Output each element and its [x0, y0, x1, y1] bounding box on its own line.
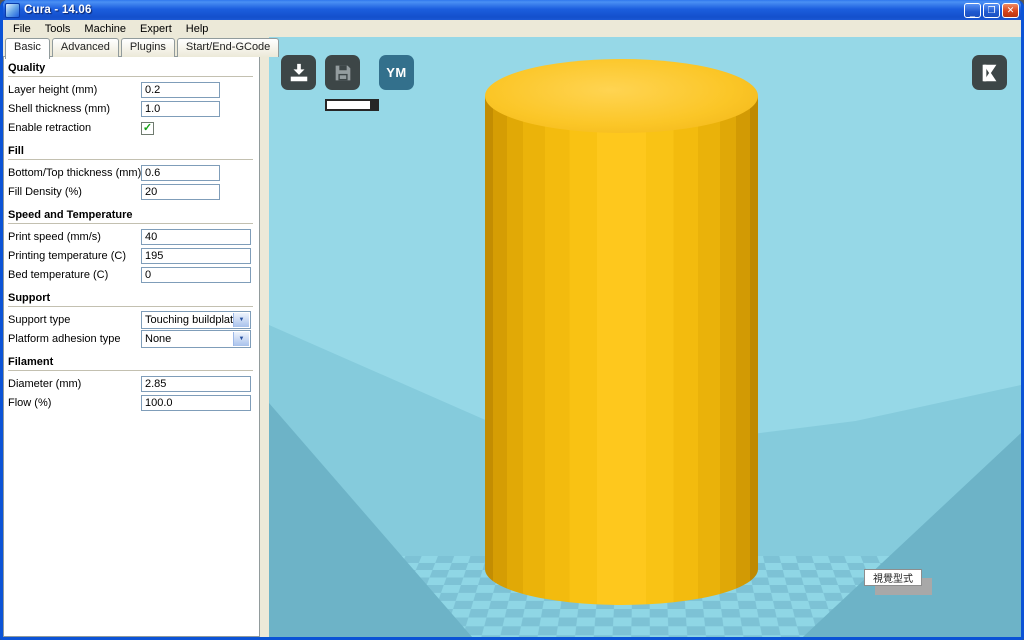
slice-progress-bar [325, 99, 379, 111]
tab-advanced[interactable]: Advanced [52, 38, 119, 57]
setting-label-shell-thickness: Shell thickness (mm) [8, 103, 141, 115]
setting-label-bottom-top-thickness: Bottom/Top thickness (mm) [8, 167, 141, 179]
platform-adhesion-value: None [145, 333, 171, 345]
setting-row: Enable retraction ✓ [8, 119, 254, 137]
filament-flow-input[interactable] [141, 395, 251, 411]
chevron-down-icon[interactable]: ▼ [233, 313, 249, 327]
tab-start-end-gcode[interactable]: Start/End-GCode [177, 38, 279, 57]
setting-row: Bottom/Top thickness (mm) [8, 164, 254, 182]
support-type-select[interactable]: Touching buildplate ▼ [141, 311, 251, 329]
filament-diameter-input[interactable] [141, 376, 251, 392]
setting-label-platform-adhesion: Platform adhesion type [8, 333, 141, 345]
menu-help[interactable]: Help [179, 22, 216, 36]
setting-row: Support type Touching buildplate ▼ [8, 311, 254, 329]
close-button[interactable]: ✕ [1002, 3, 1019, 18]
minimize-icon: _ [970, 8, 975, 17]
view-mode-button[interactable] [972, 55, 1007, 90]
minimize-button[interactable]: _ [964, 3, 981, 18]
app-window: Cura - 14.06 _ ❐ ✕ File Tools Machine Ex… [0, 0, 1024, 640]
setting-row: Bed temperature (C) [8, 266, 254, 284]
setting-label-fill-density: Fill Density (%) [8, 186, 141, 198]
save-toolpath-button[interactable] [325, 55, 360, 90]
save-toolpath-icon [332, 62, 354, 84]
menu-tools[interactable]: Tools [38, 22, 78, 36]
setting-row: Layer height (mm) [8, 81, 254, 99]
shell-thickness-input[interactable] [141, 101, 220, 117]
title-bar[interactable]: Cura - 14.06 _ ❐ ✕ [0, 0, 1024, 20]
bed-temperature-input[interactable] [141, 267, 251, 283]
setting-label-bed-temperature: Bed temperature (C) [8, 269, 141, 281]
model-cylinder-top [485, 59, 758, 133]
section-title-filament: Filament [8, 356, 253, 371]
setting-label-flow: Flow (%) [8, 397, 141, 409]
settings-panel: Quality Layer height (mm) Shell thicknes… [3, 56, 260, 637]
setting-row: Fill Density (%) [8, 183, 254, 201]
section-title-fill: Fill [8, 145, 253, 160]
share-youmagine-button[interactable]: YM [379, 55, 414, 90]
setting-row: Shell thickness (mm) [8, 100, 254, 118]
setting-label-support-type: Support type [8, 314, 141, 326]
fill-density-input[interactable] [141, 184, 220, 200]
menu-file[interactable]: File [6, 22, 38, 36]
setting-row: Flow (%) [8, 394, 254, 412]
menu-machine[interactable]: Machine [77, 22, 133, 36]
setting-label-printing-temperature: Printing temperature (C) [8, 250, 141, 262]
setting-row: Diameter (mm) [8, 375, 254, 393]
settings-tabs: Basic Advanced Plugins Start/End-GCode [5, 38, 281, 57]
section-title-support: Support [8, 292, 253, 307]
section-title-speed-temperature: Speed and Temperature [8, 209, 253, 224]
checkmark-icon: ✓ [143, 123, 152, 134]
maximize-icon: ❐ [987, 6, 995, 15]
setting-row: Printing temperature (C) [8, 247, 254, 265]
section-title-quality: Quality [8, 62, 253, 77]
printing-temperature-input[interactable] [141, 248, 251, 264]
viewport-3d[interactable]: YM 視覺型式 [269, 37, 1021, 637]
slice-progress-knob [370, 101, 377, 109]
window-title: Cura - 14.06 [24, 4, 92, 16]
print-speed-input[interactable] [141, 229, 251, 245]
close-icon: ✕ [1007, 6, 1015, 15]
model-cylinder[interactable] [485, 59, 758, 605]
share-youmagine-label: YM [386, 65, 407, 80]
platform-adhesion-select[interactable]: None ▼ [141, 330, 251, 348]
layer-height-input[interactable] [141, 82, 220, 98]
model-cylinder-side [485, 96, 758, 605]
app-icon [5, 3, 20, 18]
view-mode-icon [979, 62, 1001, 84]
menu-expert[interactable]: Expert [133, 22, 179, 36]
setting-label-print-speed: Print speed (mm/s) [8, 231, 141, 243]
tab-basic[interactable]: Basic [5, 38, 50, 59]
enable-retraction-checkbox[interactable]: ✓ [141, 122, 154, 135]
chevron-down-icon[interactable]: ▼ [233, 332, 249, 346]
load-model-button[interactable] [281, 55, 316, 90]
main-content: Basic Advanced Plugins Start/End-GCode Q… [3, 37, 1021, 637]
setting-label-enable-retraction: Enable retraction [8, 122, 141, 134]
menu-bar: File Tools Machine Expert Help [3, 20, 1021, 38]
bottom-top-thickness-input[interactable] [141, 165, 220, 181]
tab-plugins[interactable]: Plugins [121, 38, 175, 57]
support-type-value: Touching buildplate [145, 314, 239, 326]
load-model-icon [288, 62, 310, 84]
maximize-button[interactable]: ❐ [983, 3, 1000, 18]
setting-row: Platform adhesion type None ▼ [8, 330, 254, 348]
view-mode-tooltip: 視覺型式 [864, 569, 922, 586]
setting-label-layer-height: Layer height (mm) [8, 84, 141, 96]
setting-row: Print speed (mm/s) [8, 228, 254, 246]
setting-label-diameter: Diameter (mm) [8, 378, 141, 390]
